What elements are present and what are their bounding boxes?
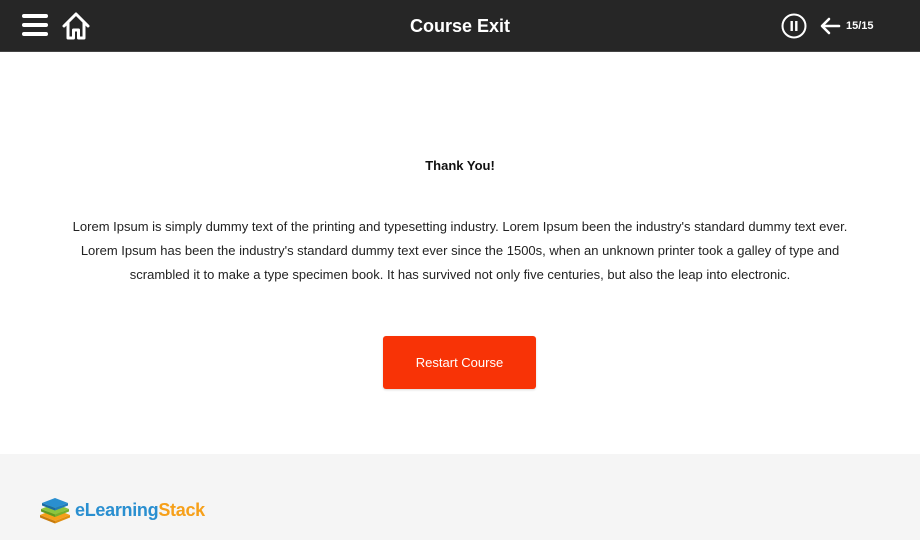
body-paragraph: Lorem Ipsum is simply dummy text of the …	[72, 219, 848, 282]
pause-button[interactable]	[781, 13, 807, 39]
home-button[interactable]	[60, 10, 92, 42]
logo-text-elearning: eLearning	[75, 499, 159, 520]
back-arrow-icon	[820, 17, 841, 35]
menu-icon	[22, 14, 48, 36]
course-player: Course Exit 15/15 Thank You! Lorem Ipsum…	[0, 0, 920, 540]
back-button[interactable]	[818, 14, 842, 38]
page-indicator: 15/15	[846, 20, 874, 32]
logo-text-stack: Stack	[158, 499, 205, 520]
top-bar: Course Exit 15/15	[0, 0, 920, 52]
footer: eLearningStack	[0, 454, 920, 540]
menu-button[interactable]	[20, 12, 50, 38]
thank-you-heading: Thank You!	[425, 158, 495, 173]
books-stack-icon	[40, 498, 70, 524]
logo-wordmark: eLearningStack	[75, 500, 205, 521]
pause-icon	[781, 13, 807, 39]
main-content: Thank You! Lorem Ipsum is simply dummy t…	[0, 52, 920, 454]
elearningstack-logo: eLearningStack	[38, 496, 205, 524]
restart-course-button[interactable]: Restart Course	[383, 336, 536, 389]
home-icon	[62, 12, 90, 40]
